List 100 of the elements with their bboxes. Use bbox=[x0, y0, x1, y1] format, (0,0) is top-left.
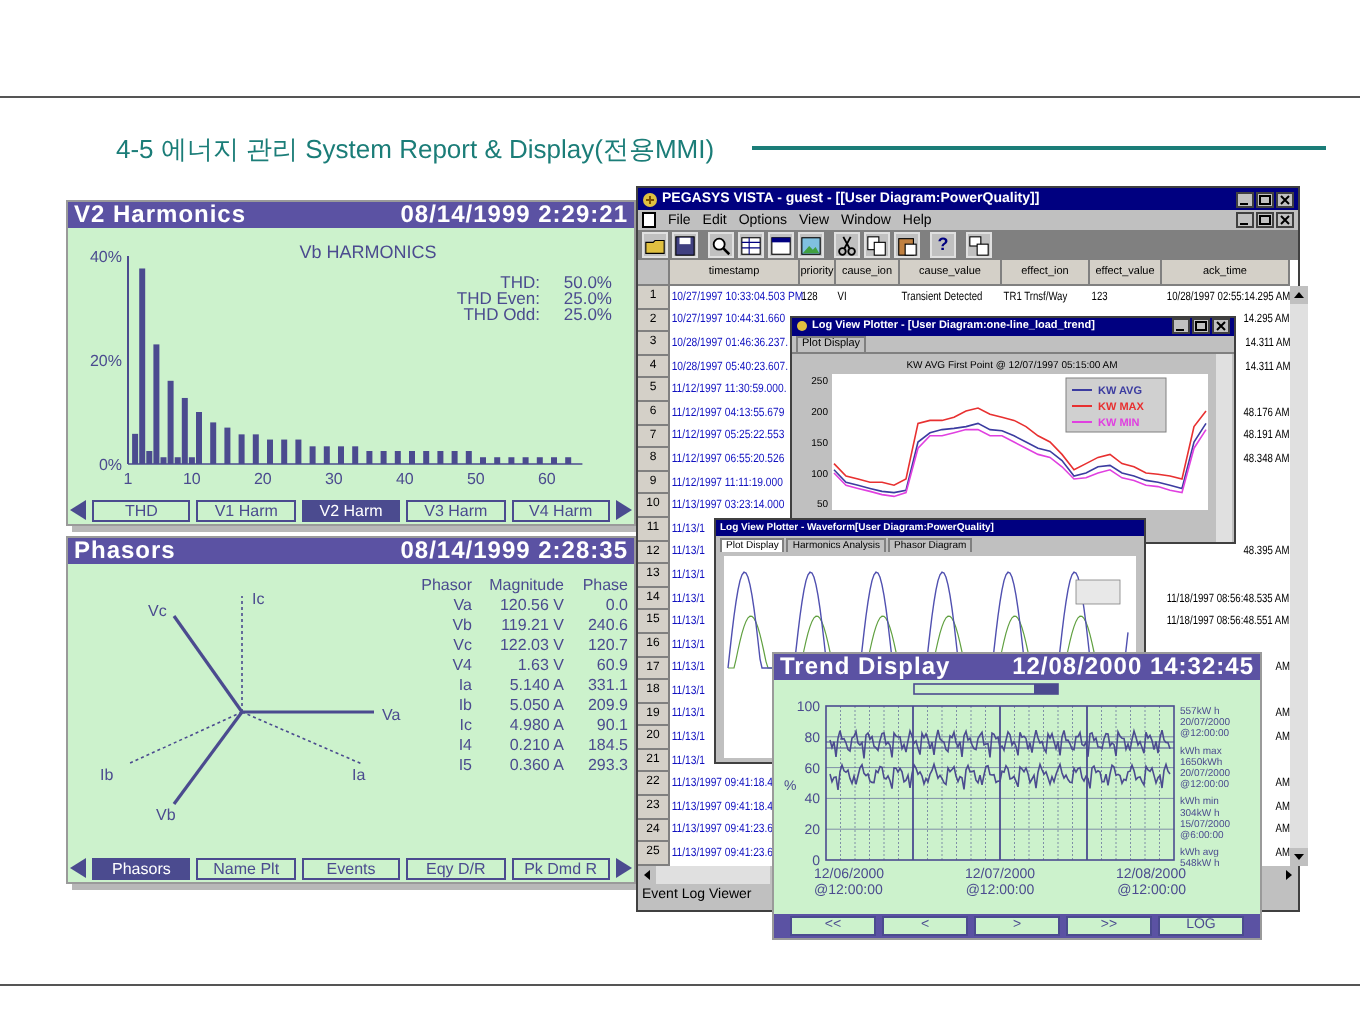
copy-icon bbox=[866, 233, 888, 257]
column-header: Phase bbox=[580, 576, 628, 596]
table-cell-text: 1.63 V bbox=[515, 656, 564, 676]
phasor-label: Vb bbox=[156, 806, 176, 824]
harmonic-bar bbox=[465, 451, 472, 464]
stat-value: 25.0% bbox=[563, 288, 612, 308]
harmonic-bar bbox=[252, 434, 259, 464]
paste-icon bbox=[896, 233, 918, 257]
panel-datetime: 12/08/2000 14:32:45 bbox=[1012, 654, 1254, 680]
tab[interactable]: V1 Harm bbox=[196, 499, 296, 521]
table-icon bbox=[740, 233, 762, 257]
table-cell-text: 5.140 A bbox=[507, 676, 564, 696]
search-icon bbox=[710, 233, 732, 257]
minimize-icon bbox=[1236, 191, 1254, 207]
x-tick-label: 10 bbox=[183, 470, 201, 488]
tab[interactable]: THD bbox=[92, 499, 191, 521]
harmonic-bar bbox=[380, 451, 387, 464]
harmonic-bar bbox=[267, 439, 273, 464]
harmonic-bar bbox=[522, 457, 529, 464]
app-icon bbox=[642, 191, 658, 207]
harmonic-bar bbox=[565, 457, 572, 464]
table-cell-text: 120.7 bbox=[585, 636, 628, 656]
chart-title: Vb HARMONICS bbox=[299, 242, 437, 262]
harmonic-bar bbox=[437, 451, 444, 464]
legend-box bbox=[1075, 579, 1121, 605]
left-arrow-icon bbox=[70, 858, 86, 878]
phasor-label: Ia bbox=[352, 766, 366, 784]
picture-icon bbox=[800, 233, 822, 257]
table-cell-text: V4 bbox=[450, 656, 472, 676]
table-cell-text: 184.5 bbox=[585, 736, 628, 756]
table-cell-text: 4.980 A bbox=[507, 716, 564, 736]
x-tick-label: 30 bbox=[325, 470, 343, 488]
table-cell-text: Vc bbox=[451, 636, 472, 656]
tab[interactable]: Events bbox=[301, 857, 401, 879]
save-icon bbox=[674, 233, 696, 257]
help-button[interactable]: ? bbox=[930, 232, 956, 258]
harmonic-bar bbox=[281, 439, 288, 464]
table-cell-text: Ic bbox=[457, 716, 472, 736]
table-cell-text: 331.1 bbox=[585, 676, 628, 696]
stat-label: THD Odd: bbox=[463, 304, 540, 324]
tab[interactable]: Phasors bbox=[92, 857, 191, 879]
horizontal-scrollbar[interactable] bbox=[638, 866, 770, 884]
y-tick-label: 20% bbox=[89, 352, 122, 370]
harmonic-bar bbox=[338, 446, 344, 464]
scissors-icon bbox=[836, 233, 858, 257]
close-icon bbox=[1276, 212, 1294, 228]
table-cell-text: 0.360 A bbox=[507, 756, 564, 776]
stat-label: THD: bbox=[500, 272, 540, 292]
column-header: Phasor bbox=[419, 576, 472, 596]
table-cell-text: Ia bbox=[456, 676, 472, 696]
harmonic-bar bbox=[480, 457, 486, 464]
harmonic-bar bbox=[210, 422, 217, 464]
x-tick-label: 1 bbox=[123, 470, 133, 488]
window-icon bbox=[770, 233, 792, 257]
tab[interactable]: Pk Dmd R bbox=[511, 857, 611, 879]
y-tick-label: 0% bbox=[98, 456, 122, 474]
tab[interactable]: V4 Harm bbox=[511, 499, 611, 521]
column-header: Magnitude bbox=[487, 576, 564, 596]
vertical-scrollbar[interactable] bbox=[1290, 286, 1308, 866]
harmonic-bar bbox=[366, 451, 373, 464]
slide-title: 4-5 에너지 관리 System Report & Display(전용MMI) bbox=[116, 132, 715, 168]
stat-value: 25.0% bbox=[563, 304, 612, 324]
stat-label: THD Even: bbox=[456, 288, 540, 308]
table-cell-text: I5 bbox=[456, 756, 472, 776]
x-tick-label: 50 bbox=[467, 470, 485, 488]
panel-title: Trend Display bbox=[780, 654, 951, 680]
close-icon bbox=[1276, 191, 1294, 207]
tab[interactable]: Eqy D/R bbox=[406, 857, 506, 879]
x-tick-label: 60 bbox=[538, 470, 556, 488]
table-cell-text: 240.6 bbox=[585, 616, 628, 636]
table-cell-text: Ib bbox=[456, 696, 472, 716]
harmonic-bar bbox=[323, 446, 330, 464]
tab[interactable]: V3 Harm bbox=[406, 499, 506, 521]
app-icon bbox=[796, 320, 808, 333]
panel-datetime: 08/14/1999 2:28:35 bbox=[400, 538, 628, 564]
phasor-label: Vc bbox=[148, 602, 167, 620]
harmonic-bar bbox=[238, 434, 245, 464]
table-cell-text: 293.3 bbox=[585, 756, 628, 776]
harmonic-bar bbox=[536, 457, 543, 464]
left-arrow-icon bbox=[70, 500, 86, 520]
table-cell-text: 119.21 V bbox=[499, 616, 564, 636]
toolbar-button[interactable] bbox=[672, 232, 698, 258]
harmonic-bar bbox=[394, 451, 401, 464]
table-cell-text: 90.1 bbox=[594, 716, 628, 736]
vertical-scrollbar[interactable] bbox=[1216, 354, 1232, 542]
harmonic-bar bbox=[423, 451, 430, 464]
table-cell-text: I4 bbox=[456, 736, 472, 756]
tab[interactable]: V2 Harm bbox=[301, 499, 401, 521]
minimize-icon bbox=[1236, 212, 1254, 228]
panel-title: Phasors bbox=[74, 538, 176, 564]
phasor-label: Va bbox=[382, 706, 401, 724]
right-arrow-icon bbox=[616, 858, 633, 878]
x-tick-label: 40 bbox=[396, 470, 414, 488]
x-tick-label: 20 bbox=[254, 470, 272, 488]
harmonic-bar bbox=[451, 451, 458, 464]
stat-value: 50.0% bbox=[563, 272, 612, 292]
tab[interactable]: Name Plt bbox=[196, 857, 296, 879]
table-cell-text: Vb bbox=[450, 616, 472, 636]
panel-title: V2 Harmonics bbox=[74, 202, 247, 228]
table-cell-text: 209.9 bbox=[585, 696, 628, 716]
